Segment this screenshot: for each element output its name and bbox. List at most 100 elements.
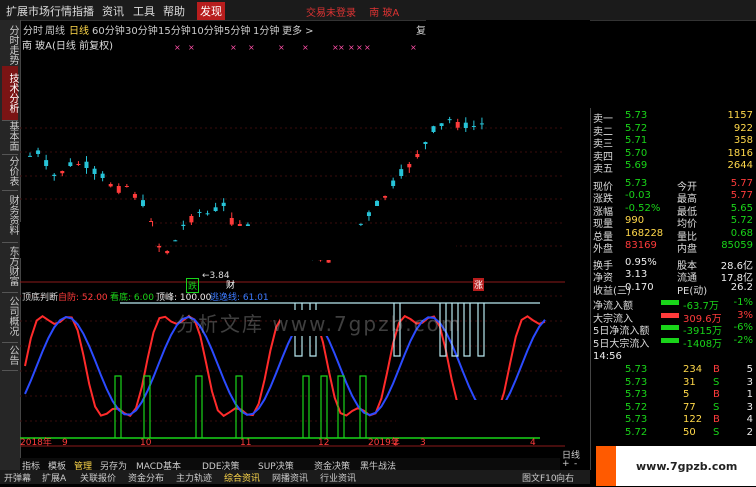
menu-ext-market[interactable]: 扩展市场行情 — [6, 3, 72, 19]
candle-body — [44, 160, 49, 166]
stat-row: 净资 3.13 流通 17.8亿 — [591, 269, 756, 284]
menu-help[interactable]: 帮助 — [163, 3, 185, 19]
bottom-signal — [320, 375, 328, 438]
tab-notice[interactable]: 公告 — [2, 340, 18, 371]
zoom-out-button[interactable]: - — [574, 459, 577, 469]
bottom-tabs-bar: 开弹幕 扩展A 关联报价 资金分布 主力轨迹 综合资讯 网播资讯 行业资讯 图文F10 向右 — [0, 470, 590, 484]
menu-discover[interactable]: 发现 — [197, 2, 225, 20]
tab-finance[interactable]: 财务资料 — [2, 188, 18, 243]
period-week[interactable]: 周线 — [45, 22, 65, 37]
stat-row: 涨幅 -0.52% 最低 5.65 — [591, 202, 756, 218]
signal-marker: × — [338, 43, 345, 52]
ticks-time: 14:56 — [591, 351, 756, 363]
tab-price-table[interactable]: 分价表 — [2, 152, 18, 191]
sell-volume: 1157 — [727, 110, 753, 121]
tick-volume: 50 — [683, 426, 696, 438]
period-15m[interactable]: 15分钟 — [158, 22, 191, 37]
sell-price: 5.70 — [625, 147, 648, 159]
tab-eastmoney[interactable]: 东方财富 — [2, 240, 18, 293]
candle-body — [36, 150, 41, 154]
signal-marker: × — [188, 43, 195, 52]
period-5m[interactable]: 5分钟 — [224, 22, 250, 37]
signal-marker: × — [364, 43, 371, 52]
zoom-in-button[interactable]: + — [562, 459, 570, 469]
period-more[interactable]: 更多 > — [282, 22, 314, 37]
x-axis-label: 2018年 — [20, 436, 52, 448]
stat-row: 总量 168228 量比 0.68 — [591, 227, 756, 243]
period-1m[interactable]: 1分钟 — [253, 22, 279, 37]
signal-marker: × — [356, 43, 363, 52]
tab-company[interactable]: 公司概况 — [2, 290, 18, 343]
x-axis-label: 12 — [318, 438, 329, 448]
tick-row: 5.73 31 S 3 — [591, 377, 756, 389]
tab-fenshi[interactable]: 分时走势 — [2, 22, 18, 69]
signal-marker: × — [302, 43, 309, 52]
flow-bar — [661, 300, 679, 305]
f10-button[interactable]: 图文F10 — [522, 471, 557, 484]
tick-side: B — [713, 364, 720, 375]
menu-tools[interactable]: 工具 — [133, 3, 155, 19]
bottom-tab[interactable]: 资金分布 — [128, 471, 164, 484]
stock-info: 交易未登录 南 玻A — [306, 4, 409, 19]
candle-body — [84, 161, 89, 168]
bottom-signal — [302, 375, 310, 438]
tick-count: 5 — [746, 364, 753, 375]
bottom-tab[interactable]: 关联报价 — [80, 471, 116, 484]
stat-row: 外盘 83169 内盘 85059 — [591, 240, 756, 255]
bottom-tab[interactable]: 开弹幕 — [4, 471, 31, 484]
tick-price: 5.73 — [625, 364, 648, 375]
candle-body — [375, 200, 380, 206]
redaction-block — [426, 20, 590, 108]
indicator-tabs-bar: 指标 模板 管理 另存为 MACD基本 DDE决策 SUP决策 资金决策 黑牛战法 — [20, 458, 565, 472]
tick-count: 4 — [746, 414, 753, 425]
stat-value: 168228 — [625, 227, 664, 239]
tick-price: 5.73 — [625, 389, 648, 400]
candle-body — [132, 194, 137, 198]
stat-row: 现价 5.73 今开 5.77 — [591, 178, 756, 193]
menu-zhibo[interactable]: 指播 — [72, 3, 94, 19]
tab-tech-analysis[interactable]: 技术分析 — [2, 66, 18, 121]
tab-fundamental[interactable]: 基本面 — [2, 118, 18, 155]
sell-volume: 2644 — [727, 160, 753, 171]
candle-body — [415, 154, 420, 158]
period-60m[interactable]: 60分钟 — [92, 22, 125, 37]
tick-row: 5.72 77 S 3 — [591, 402, 756, 414]
left-tab-strip: 分时走势 技术分析 基本面 分价表 财务资料 东方财富 公司概况 公告 — [0, 20, 21, 470]
scroll-right-button[interactable]: 向右 — [556, 471, 574, 484]
stat-value: -0.52% — [625, 202, 661, 214]
stat-value: 990 — [625, 215, 645, 226]
sell-row: 卖五 5.69 2644 — [591, 160, 756, 175]
bottom-tab[interactable]: 主力轨迹 — [176, 471, 212, 484]
flow-pct: -6% — [733, 322, 753, 333]
candle-body — [100, 173, 105, 178]
tick-side: B — [713, 414, 720, 425]
tick-row: 5.72 50 S 2 — [591, 427, 756, 439]
bottom-tab[interactable]: 行业资讯 — [320, 471, 356, 484]
tick-count: 2 — [746, 426, 753, 438]
candle-body — [463, 122, 468, 128]
period-fenshi[interactable]: 分时 — [23, 22, 43, 37]
bottom-tab[interactable]: 扩展A — [42, 471, 66, 484]
flow-pct: -2% — [733, 334, 753, 346]
signal-marker: × — [410, 43, 417, 52]
ind-top: 顶峰: 100.00 — [156, 293, 212, 303]
period-day[interactable]: 日线 — [69, 22, 89, 37]
sell-volume: 922 — [733, 122, 753, 134]
bottom-tab[interactable]: 综合资讯 — [224, 471, 260, 484]
stat-value: 5.65 — [730, 202, 753, 214]
sell-price: 5.69 — [625, 160, 648, 171]
period-10m[interactable]: 10分钟 — [191, 22, 224, 37]
bottom-tab[interactable]: 网播资讯 — [272, 471, 308, 484]
flow-bar — [661, 312, 679, 318]
period-30m[interactable]: 30分钟 — [125, 22, 158, 37]
tick-side: S — [713, 401, 720, 413]
candle-body — [221, 202, 226, 206]
stat-value: 0.95% — [625, 256, 657, 268]
stat-value: 3.13 — [625, 269, 648, 280]
candle-body — [60, 171, 65, 174]
stat-row: 现量 990 均价 5.72 — [591, 215, 756, 230]
candle-body — [205, 213, 210, 215]
candle-body — [68, 162, 73, 166]
menu-news[interactable]: 资讯 — [102, 3, 124, 19]
stat-label: 内盘 — [677, 244, 697, 255]
